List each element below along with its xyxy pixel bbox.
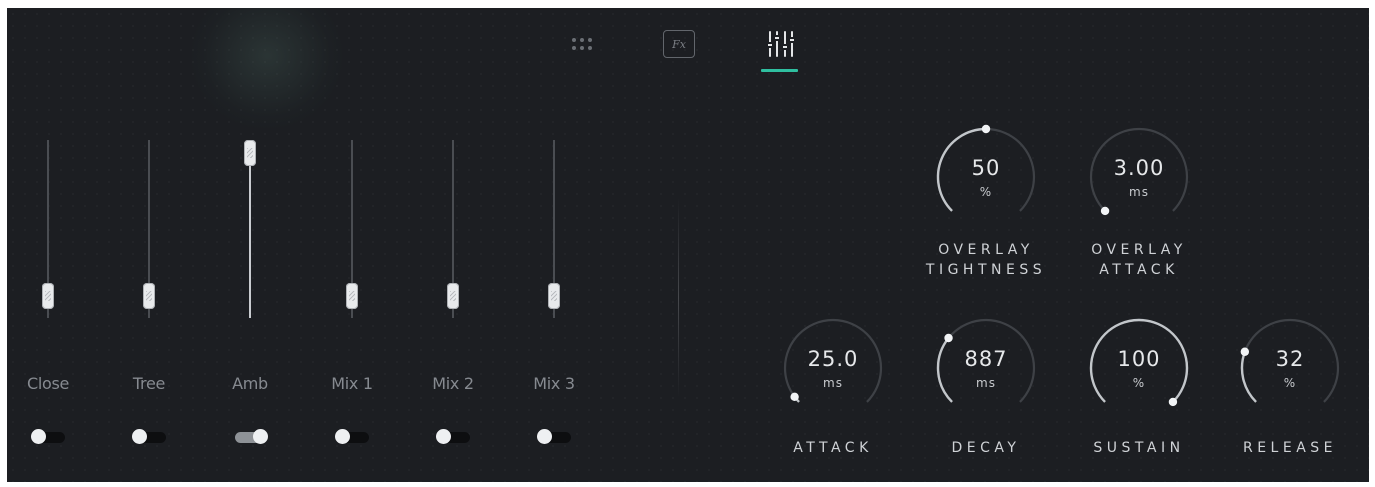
- knob-label-line: TIGHTNESS: [925, 262, 1047, 278]
- toggle-knob: [253, 429, 268, 444]
- knob-label: RELEASE: [1210, 438, 1369, 458]
- section-divider: [678, 198, 679, 398]
- knob-value: 887: [964, 347, 1008, 371]
- tab-grid[interactable]: [562, 22, 602, 66]
- knob-value: 32: [1275, 347, 1305, 371]
- knob-label-line: SUSTAIN: [1093, 440, 1185, 456]
- channel-mix-2: Mix 2: [413, 138, 493, 458]
- knob-label: OVERLAY ATTACK: [1059, 240, 1219, 280]
- channel-label: Mix 3: [533, 374, 575, 393]
- fader-handle[interactable]: [346, 282, 358, 309]
- channel-close: Close: [8, 138, 88, 458]
- fader-handle[interactable]: [244, 140, 256, 166]
- knob-label-line: DECAY: [951, 440, 1021, 456]
- tab-fx[interactable]: Fx: [657, 22, 701, 66]
- knob-value: 3.00: [1113, 156, 1165, 180]
- channel-label: Mix 1: [331, 374, 373, 393]
- fx-icon: Fx: [663, 30, 695, 58]
- knob-label-line: ATTACK: [1099, 262, 1179, 278]
- mixer-panel: Fx Close Tree Amb Mix 1 Mix 2 Mix 3 50% OVERLA…: [7, 8, 1369, 482]
- channel-label: Close: [26, 374, 70, 393]
- grid-dots-icon: [572, 38, 592, 50]
- sustain-knob[interactable]: 100%: [1084, 313, 1194, 423]
- fader-handle[interactable]: [548, 282, 560, 309]
- knob-unit: %: [979, 185, 993, 199]
- mixer-sliders-icon: [766, 31, 796, 57]
- knob-label: ATTACK: [753, 438, 913, 458]
- toggle-knob: [132, 429, 147, 444]
- channel-enable-toggle[interactable]: [31, 429, 65, 444]
- toggle-knob: [335, 429, 350, 444]
- knob-unit: ms: [976, 376, 996, 390]
- knob-label-line: RELEASE: [1242, 440, 1338, 456]
- active-tab-indicator: [761, 69, 798, 72]
- fader-fill: [249, 153, 251, 318]
- fader-handle[interactable]: [143, 282, 155, 309]
- background-artwork: [192, 8, 342, 128]
- channel-enable-toggle[interactable]: [537, 429, 571, 444]
- decay-knob[interactable]: 887 ms: [931, 313, 1041, 423]
- knob-label: DECAY: [906, 438, 1066, 458]
- knob-indicator: [1100, 206, 1110, 216]
- knob-indicator: [981, 124, 991, 134]
- tab-mixer[interactable]: [759, 22, 803, 66]
- overlay-tightness-knob[interactable]: 50%: [931, 122, 1041, 232]
- release-knob[interactable]: 32%: [1235, 313, 1345, 423]
- channel-tree: Tree: [109, 138, 189, 458]
- fader-handle[interactable]: [42, 282, 54, 309]
- knob-unit: %: [1283, 376, 1297, 390]
- channel-enable-toggle[interactable]: [235, 429, 268, 444]
- knob-unit: ms: [823, 376, 843, 390]
- knob-label: SUSTAIN: [1059, 438, 1219, 458]
- knob-label-line: OVERLAY: [938, 242, 1034, 258]
- knob-indicator: [1168, 397, 1178, 407]
- channel-label: Amb: [232, 374, 268, 393]
- knob-label-line: ATTACK: [793, 440, 873, 456]
- channel-enable-toggle[interactable]: [335, 429, 369, 444]
- channel-label: Tree: [132, 374, 166, 393]
- knob-value: 100: [1117, 347, 1161, 371]
- knob-indicator: [790, 392, 799, 402]
- attack-knob[interactable]: 25.0 ms: [778, 313, 888, 423]
- channel-enable-toggle[interactable]: [132, 429, 166, 444]
- channel-mix-3: Mix 3: [514, 138, 594, 458]
- knob-label: OVERLAY TIGHTNESS: [906, 240, 1066, 280]
- overlay-attack-knob[interactable]: 3.00 ms: [1084, 122, 1194, 232]
- knob-unit: ms: [1129, 185, 1149, 199]
- knob-value: 25.0: [807, 347, 859, 371]
- channel-amb: Amb: [210, 138, 290, 458]
- toggle-knob: [436, 429, 451, 444]
- channel-label: Mix 2: [432, 374, 474, 393]
- toggle-knob: [31, 429, 46, 444]
- knob-unit: %: [1132, 376, 1146, 390]
- channel-mix-1: Mix 1: [312, 138, 392, 458]
- toggle-knob: [537, 429, 552, 444]
- channel-enable-toggle[interactable]: [436, 429, 470, 444]
- knob-value: 50: [971, 156, 1001, 180]
- knob-label-line: OVERLAY: [1091, 242, 1187, 258]
- fader-handle[interactable]: [447, 282, 459, 309]
- knob-indicator: [944, 333, 953, 343]
